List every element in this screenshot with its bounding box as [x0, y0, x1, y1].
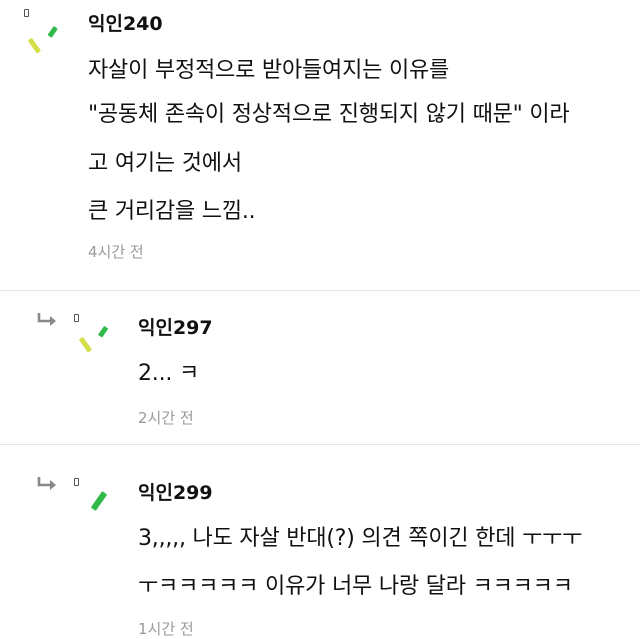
reply-arrow-icon — [36, 312, 58, 328]
badge-icon — [24, 9, 29, 17]
badge-icon — [74, 478, 79, 486]
comment-author[interactable]: 익인299 — [138, 478, 213, 505]
comment-text-line: 자살이 부정적으로 받아들여지는 이유를 — [88, 58, 450, 83]
comment-text-line: 큰 거리감을 느낌.. — [88, 199, 256, 224]
comment-timestamp: 1시간 전 — [138, 620, 194, 638]
leaf-avatar-icon[interactable] — [28, 20, 74, 66]
reply-item: 익인297 2... ㅋ 2시간 전 — [0, 291, 640, 444]
comment-author[interactable]: 익인240 — [88, 9, 163, 36]
comment-author[interactable]: 익인297 — [138, 313, 213, 340]
comment-text-line: ㅜㅋㅋㅋㅋㅋ 이유가 너무 나랑 달라 ㅋㅋㅋㅋㅋ — [138, 574, 573, 599]
reply-arrow-icon — [36, 476, 58, 492]
comment-text-line: "공동체 존속이 정상적으로 진행되지 않기 때문" 이라 — [88, 102, 570, 127]
badge-icon — [74, 314, 79, 322]
leaf-avatar-icon[interactable] — [78, 487, 124, 533]
comment-timestamp: 2시간 전 — [138, 409, 194, 427]
reply-item: 익인299 3,,,,, 나도 자살 반대(?) 의견 쪽이긴 한데 ㅜㅜㅜ ㅜ… — [0, 445, 640, 639]
comment-item: 익인240 자살이 부정적으로 받아들여지는 이유를 "공동체 존속이 정상적으… — [0, 0, 640, 290]
comment-timestamp: 4시간 전 — [88, 243, 144, 261]
leaf-avatar-icon[interactable] — [78, 323, 124, 369]
comment-text-line: 3,,,,, 나도 자살 반대(?) 의견 쪽이긴 한데 ㅜㅜㅜ — [138, 526, 583, 551]
comment-text-line: 고 여기는 것에서 — [88, 151, 242, 176]
comment-text-line: 2... ㅋ — [138, 361, 200, 386]
